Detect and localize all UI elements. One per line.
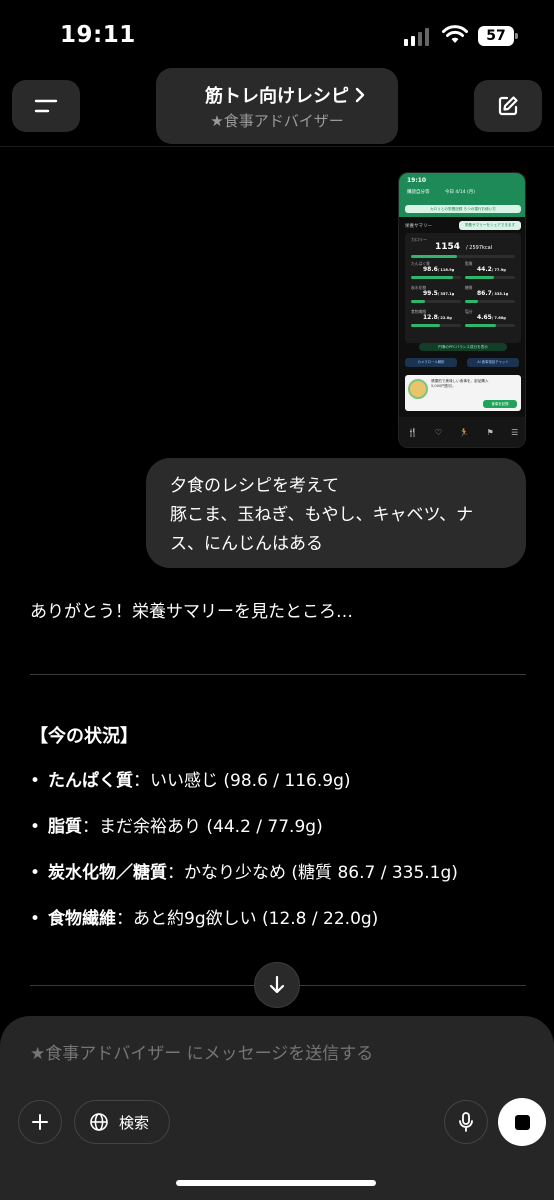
thumb-nutrient-bar: [465, 276, 515, 279]
battery-indicator: 57: [478, 26, 518, 46]
scroll-to-bottom-button[interactable]: [254, 962, 300, 1008]
stop-icon: [514, 1114, 530, 1130]
thumb-share-button: 栄養サマリーをシェアできます: [459, 221, 521, 230]
home-indicator: [176, 1180, 376, 1186]
wifi-icon: [442, 25, 468, 43]
thumb-nutrient-bar: [465, 300, 515, 303]
fork-knife-icon: 🍴: [407, 427, 418, 437]
section-heading: 【今の状況】: [30, 726, 138, 747]
chevron-right-icon: [355, 87, 365, 103]
thumb-nutrient-value: 86.7/ 335.1g: [477, 290, 509, 297]
thumb-nutrient-label: 塩分: [465, 309, 473, 314]
heart-icon: ♡: [434, 427, 443, 437]
message-input[interactable]: [30, 1044, 510, 1064]
edit-icon: [498, 96, 518, 116]
search-toggle-button[interactable]: 検索: [74, 1100, 170, 1144]
thumb-camera-button: カメラロール解析: [405, 358, 457, 367]
list-item: 脂質：まだ余裕あり (44.2 / 77.9g): [30, 814, 458, 860]
thumb-calorie-value: 1154: [435, 242, 461, 252]
thumb-nutrient-value: 44.2/ 77.9g: [477, 266, 506, 273]
add-attachment-button[interactable]: [18, 1100, 62, 1144]
list-icon: ☰: [511, 427, 519, 437]
arrow-down-icon: [269, 975, 285, 994]
menu-icon: [34, 99, 58, 113]
thumb-nutrient-value: 98.6/ 116.9g: [423, 266, 455, 273]
microphone-icon: [459, 1112, 473, 1132]
thumb-ad: 健康的で美味しい食事を。部品購入5,000円割引。 食事を記録: [405, 375, 521, 411]
search-label: 検索: [119, 1113, 150, 1132]
thumb-date: 今日 4/14 (月): [445, 190, 475, 195]
thumb-date-label: 購読自分等: [407, 190, 430, 195]
status-bar: 19:11 57: [0, 0, 554, 70]
thumb-nutrient-label: 糖質: [465, 285, 473, 290]
stop-generating-button[interactable]: [498, 1098, 546, 1146]
thumb-ad-text: 健康的で美味しい食事を。部品購入5,000円割引。: [431, 379, 489, 388]
thumb-calorie-target: / 2597kcal: [466, 245, 493, 251]
message-composer: 検索: [0, 1016, 554, 1200]
thumb-nutrition-card: カロリー 1154 / 2597kcal たんぱく質 98.6/ 116.9g 脂質…: [405, 233, 521, 343]
thumb-tab-bar: 🍴 ♡ 🏃 ⚑ ☰: [399, 417, 525, 447]
thumb-section-title: 栄養サマリー: [405, 224, 432, 229]
thumb-nutrient-value: 4.65/ 7.60g: [477, 314, 506, 321]
globe-icon: [90, 1113, 108, 1131]
cellular-signal-icon: [404, 28, 429, 46]
flag-icon: ⚑: [486, 427, 494, 437]
thumb-nutrient-bar: [465, 324, 515, 327]
thumb-banner: カロリとの栄養記録 ろつの運行お使い方: [405, 205, 521, 213]
thumb-nutrient-value: 99.5/ 357.1g: [423, 290, 455, 297]
thumb-nutrient-bar: [411, 324, 461, 327]
list-item: 炭水化物／糖質：かなり少なめ (糖質 86.7 / 335.1g): [30, 860, 458, 906]
run-icon: 🏃: [459, 427, 470, 437]
status-list: たんぱく質：いい感じ (98.6 / 116.9g) 脂質：まだ余裕あり (44…: [30, 768, 458, 952]
thumb-calorie-label: カロリー: [411, 237, 427, 242]
attached-screenshot[interactable]: 19:10 購読自分等 今日 4/14 (月) カロリとの栄養記録 ろつの運行お…: [398, 172, 526, 448]
thumb-nutrient-bar: [411, 276, 461, 279]
thumb-nutrient-value: 12.8/ 22.0g: [423, 314, 452, 321]
conversation-title-button[interactable]: 筋トレ向けレシピ ★食事アドバイザー: [156, 68, 398, 144]
thumb-ad-button: 食事を記録: [483, 400, 517, 408]
divider: [30, 674, 526, 675]
thumb-ai-button: AI 食事相談チャット: [467, 358, 519, 367]
thumb-calorie-bar: [411, 255, 515, 258]
user-message-bubble: 夕食のレシピを考えて 豚こま、玉ねぎ、もやし、キャベツ、ナ ス、にんじんはある: [146, 458, 526, 568]
plus-icon: [32, 1114, 48, 1130]
new-chat-button[interactable]: [474, 80, 542, 132]
menu-button[interactable]: [12, 80, 80, 132]
user-message-line: 夕食のレシピを考えて: [170, 476, 340, 496]
thumb-ad-image: [408, 379, 428, 399]
thumb-nutrient-label: 脂質: [465, 261, 473, 266]
assistant-name: ★食事アドバイザー: [210, 112, 344, 130]
thumb-time: 19:10: [407, 177, 427, 184]
thumb-nutrient-bar: [411, 300, 461, 303]
assistant-intro: ありがとう！栄養サマリーを見たところ…: [30, 602, 353, 622]
list-item: 食物繊維：あと約9g欲しい (12.8 / 22.0g): [30, 906, 458, 952]
header-divider: [0, 146, 554, 147]
user-message-line: ス、にんじんはある: [170, 534, 323, 554]
user-message-line: 豚こま、玉ねぎ、もやし、キャベツ、ナ: [170, 505, 474, 525]
thumb-pfc-button: 円滑のPFCバランス成分を表示: [419, 343, 507, 351]
voice-input-button[interactable]: [444, 1100, 488, 1144]
list-item: たんぱく質：いい感じ (98.6 / 116.9g): [30, 768, 458, 814]
status-time: 19:11: [60, 22, 136, 48]
